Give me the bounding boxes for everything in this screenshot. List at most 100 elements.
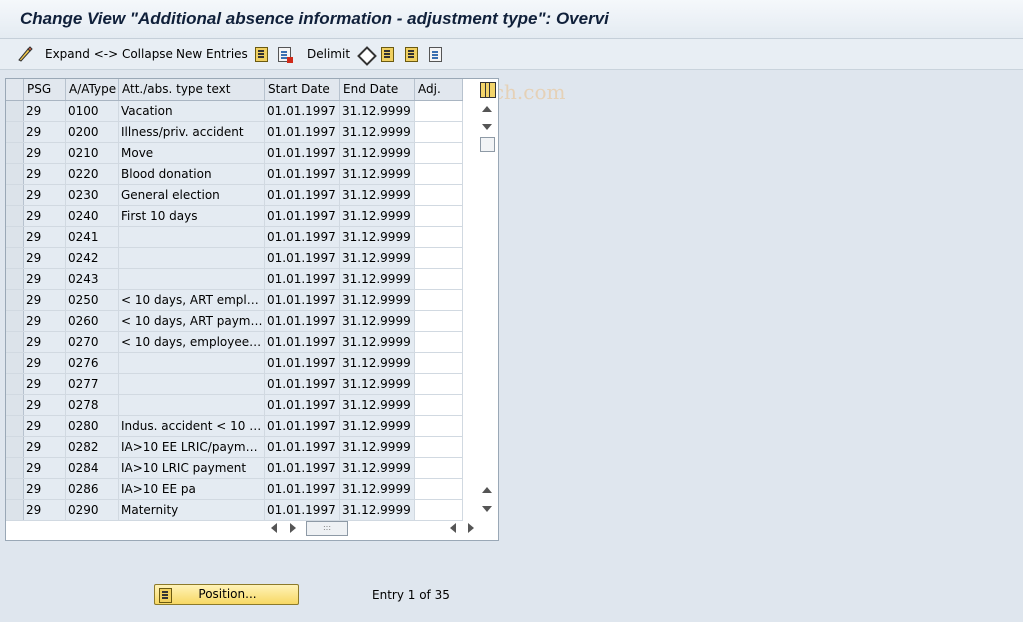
adj-cell[interactable]	[415, 101, 463, 121]
page-up-icon[interactable]	[482, 487, 492, 493]
application-toolbar: Expand <-> Collapse New Entries Delimit …	[0, 39, 1023, 104]
horizontal-scroll-thumb[interactable]: :::	[306, 521, 348, 536]
select-block-icon	[405, 47, 418, 62]
vertical-scrollbar[interactable]	[478, 79, 498, 519]
row-selector[interactable]	[6, 101, 24, 121]
row-selector[interactable]	[6, 479, 24, 499]
row-selector[interactable]	[6, 206, 24, 226]
row-selector[interactable]	[6, 290, 24, 310]
table-row: 29 0220 Blood donation 01.01.1997 31.12.9999	[6, 164, 463, 185]
adj-cell[interactable]	[415, 437, 463, 457]
column-header-aatype[interactable]: A/AType	[66, 79, 119, 100]
expand-collapse-button[interactable]: Expand <-> Collapse	[45, 44, 173, 64]
row-selector[interactable]	[6, 248, 24, 268]
adj-cell[interactable]	[415, 311, 463, 331]
adj-cell[interactable]	[415, 479, 463, 499]
adj-cell[interactable]	[415, 353, 463, 373]
row-selector[interactable]	[6, 353, 24, 373]
row-selector[interactable]	[6, 332, 24, 352]
adj-cell[interactable]	[415, 248, 463, 268]
display-change-button[interactable]	[16, 44, 34, 64]
deselect-all-icon	[429, 47, 442, 62]
type-text-cell: Move	[119, 143, 265, 163]
start-date-cell: 01.01.1997	[265, 332, 340, 352]
row-selector[interactable]	[6, 164, 24, 184]
table-row: 29 0243 01.01.1997 31.12.9999	[6, 269, 463, 290]
adj-cell[interactable]	[415, 416, 463, 436]
row-selector[interactable]	[6, 311, 24, 331]
aatype-cell: 0278	[66, 395, 119, 415]
pencil-glasses-icon	[18, 46, 33, 62]
type-text-cell: First 10 days	[119, 206, 265, 226]
column-header-end-date[interactable]: End Date	[340, 79, 415, 100]
position-button[interactable]: Position...	[154, 584, 299, 605]
end-date-cell: 31.12.9999	[340, 290, 415, 310]
adj-cell[interactable]	[415, 122, 463, 142]
table-header: PSG A/AType Att./abs. type text Start Da…	[6, 79, 463, 101]
psg-cell: 29	[24, 311, 66, 331]
deselect-all-button[interactable]	[429, 44, 445, 64]
scroll-right-end-icon[interactable]	[468, 523, 474, 533]
column-configuration-icon[interactable]	[480, 82, 496, 98]
adj-cell[interactable]	[415, 500, 463, 520]
page-down-icon[interactable]	[482, 506, 492, 512]
adj-cell[interactable]	[415, 374, 463, 394]
row-selector[interactable]	[6, 395, 24, 415]
copy-as-button[interactable]	[255, 44, 271, 64]
psg-cell: 29	[24, 374, 66, 394]
psg-cell: 29	[24, 185, 66, 205]
type-text-cell: Vacation	[119, 101, 265, 121]
select-all-rows-cell[interactable]	[6, 79, 24, 100]
new-entries-button[interactable]: New Entries	[176, 44, 248, 64]
row-selector[interactable]	[6, 416, 24, 436]
adj-cell[interactable]	[415, 206, 463, 226]
adj-cell[interactable]	[415, 332, 463, 352]
row-selector[interactable]	[6, 437, 24, 457]
row-selector[interactable]	[6, 185, 24, 205]
row-selector[interactable]	[6, 458, 24, 478]
column-header-adj[interactable]: Adj.	[415, 79, 463, 100]
type-text-cell: IA>10 EE LRIC/payment	[119, 437, 265, 457]
row-selector[interactable]	[6, 269, 24, 289]
adj-cell[interactable]	[415, 395, 463, 415]
type-text-cell	[119, 374, 265, 394]
row-selector[interactable]	[6, 500, 24, 520]
scroll-right-icon[interactable]	[290, 523, 296, 533]
delete-button[interactable]	[278, 44, 294, 64]
aatype-cell: 0241	[66, 227, 119, 247]
end-date-cell: 31.12.9999	[340, 143, 415, 163]
select-all-icon	[381, 47, 394, 62]
adj-cell[interactable]	[415, 185, 463, 205]
horizontal-scrollbar[interactable]: :::	[268, 520, 474, 536]
adj-cell[interactable]	[415, 143, 463, 163]
column-header-type-text[interactable]: Att./abs. type text	[119, 79, 265, 100]
column-header-psg[interactable]: PSG	[24, 79, 66, 100]
scroll-down-icon[interactable]	[482, 124, 492, 130]
end-date-cell: 31.12.9999	[340, 269, 415, 289]
undo-change-button[interactable]	[357, 44, 377, 66]
scroll-thumb[interactable]	[480, 137, 495, 152]
scroll-left-end-icon[interactable]	[450, 523, 456, 533]
select-all-button[interactable]	[381, 44, 397, 64]
type-text-cell: Maternity	[119, 500, 265, 520]
adj-cell[interactable]	[415, 458, 463, 478]
scroll-up-icon[interactable]	[482, 106, 492, 112]
select-block-button[interactable]	[405, 44, 421, 64]
row-selector[interactable]	[6, 122, 24, 142]
type-text-cell	[119, 227, 265, 247]
end-date-cell: 31.12.9999	[340, 395, 415, 415]
psg-cell: 29	[24, 500, 66, 520]
adj-cell[interactable]	[415, 290, 463, 310]
row-selector[interactable]	[6, 227, 24, 247]
row-selector[interactable]	[6, 374, 24, 394]
adj-cell[interactable]	[415, 164, 463, 184]
aatype-cell: 0284	[66, 458, 119, 478]
column-header-start-date[interactable]: Start Date	[265, 79, 340, 100]
delimit-button[interactable]: Delimit	[307, 44, 350, 64]
row-selector[interactable]	[6, 143, 24, 163]
aatype-cell: 0260	[66, 311, 119, 331]
table-row: 29 0284 IA>10 LRIC payment 01.01.1997 31.12.…	[6, 458, 463, 479]
adj-cell[interactable]	[415, 227, 463, 247]
adj-cell[interactable]	[415, 269, 463, 289]
scroll-left-icon[interactable]	[271, 523, 277, 533]
